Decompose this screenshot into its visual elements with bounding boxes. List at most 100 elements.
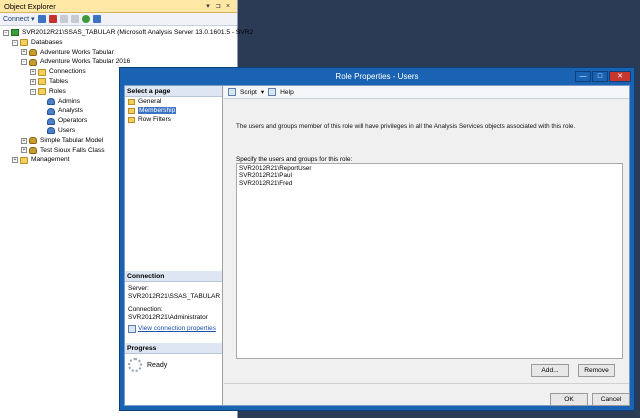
expand-icon[interactable]: + bbox=[30, 69, 36, 76]
page-item-membership[interactable]: Membership bbox=[125, 106, 222, 115]
dropdown-icon[interactable]: ▾ bbox=[203, 2, 213, 10]
object-explorer-toolbar: Connect ▾ bbox=[0, 13, 237, 26]
tree-node[interactable]: + Adventure Works Tabular bbox=[0, 48, 237, 58]
page-selector-pane: Select a page General Membership Row Filte… bbox=[125, 86, 223, 405]
connect-icon[interactable] bbox=[37, 15, 46, 23]
refresh-icon[interactable] bbox=[81, 15, 90, 23]
tree-node[interactable]: − SVR2012R21\SSAS_TABULAR (Microsoft Anal… bbox=[0, 28, 253, 38]
page-icon bbox=[128, 116, 135, 123]
server-label: Server: bbox=[128, 285, 149, 292]
progress-status: Ready bbox=[147, 361, 168, 369]
tree-node[interactable]: − Databases bbox=[0, 38, 237, 48]
tree-node-label: Operators bbox=[58, 117, 88, 125]
properties-icon bbox=[128, 325, 136, 334]
folder-icon bbox=[20, 156, 28, 164]
page-list: General Membership Row Filters bbox=[125, 97, 222, 124]
filter-icon[interactable] bbox=[70, 15, 79, 23]
folder-icon bbox=[20, 39, 28, 47]
expand-icon[interactable]: + bbox=[12, 157, 18, 164]
role-properties-dialog: Role Properties - Users — □ ✕ Select a p… bbox=[119, 67, 635, 411]
server-icon bbox=[11, 29, 19, 37]
dialog-title: Role Properties - Users bbox=[335, 71, 419, 81]
view-connection-properties-link[interactable]: View connection properties bbox=[138, 325, 216, 333]
stop-icon[interactable] bbox=[59, 15, 68, 23]
add-button[interactable]: Add... bbox=[531, 364, 569, 377]
server-value: SVR2012R21\SSAS_TABULAR bbox=[128, 293, 221, 301]
member-item[interactable]: SVR2012R21\Fred bbox=[239, 180, 620, 187]
page-icon bbox=[128, 98, 135, 105]
page-item-general[interactable]: General bbox=[125, 97, 222, 106]
expand-icon[interactable]: + bbox=[30, 78, 36, 85]
membership-description: The users and groups member of this role… bbox=[236, 123, 576, 130]
role-icon bbox=[47, 107, 55, 115]
expand-icon[interactable]: + bbox=[21, 49, 27, 56]
ok-button[interactable]: OK bbox=[550, 393, 588, 406]
expand-icon[interactable]: + bbox=[21, 147, 27, 154]
object-explorer-title: Object Explorer bbox=[4, 1, 56, 11]
minimize-button[interactable]: — bbox=[575, 70, 591, 82]
tree-node-label: Admins bbox=[58, 97, 80, 105]
tree-node-label: Users bbox=[58, 126, 76, 134]
tree-node-label: Databases bbox=[31, 38, 63, 46]
progress-spinner-icon bbox=[128, 358, 142, 372]
select-page-header: Select a page bbox=[125, 86, 222, 97]
tree-node-label: SVR2012R21\SSAS_TABULAR (Microsoft Analy… bbox=[22, 29, 254, 36]
database-icon bbox=[29, 58, 37, 66]
help-icon[interactable] bbox=[268, 88, 277, 96]
member-item[interactable]: SVR2012R21\ReportUser bbox=[239, 165, 620, 172]
collapse-icon[interactable]: − bbox=[21, 59, 27, 66]
cancel-button[interactable]: Cancel bbox=[592, 393, 630, 406]
database-icon bbox=[29, 137, 37, 145]
role-icon bbox=[47, 127, 55, 135]
database-icon bbox=[29, 48, 37, 56]
script-icon[interactable] bbox=[228, 88, 236, 96]
remove-button[interactable]: Remove bbox=[578, 364, 615, 377]
role-icon bbox=[47, 97, 55, 105]
members-listbox[interactable]: SVR2012R21\ReportUser SVR2012R21\Paul SVR2… bbox=[236, 163, 623, 359]
page-item-row-filters[interactable]: Row Filters bbox=[125, 115, 222, 124]
folder-icon bbox=[38, 68, 46, 76]
members-label: Specify the users and groups for this ro… bbox=[236, 156, 353, 163]
pin-icon[interactable]: ⊐ bbox=[213, 2, 223, 10]
membership-pane: Script ▾ Help The users and groups membe… bbox=[224, 86, 630, 406]
tree-node-label: Simple Tabular Model bbox=[40, 136, 104, 144]
disconnect-icon[interactable] bbox=[48, 15, 57, 23]
tree-node-label: Roles bbox=[49, 87, 66, 95]
expand-icon[interactable]: + bbox=[21, 137, 27, 144]
script-button[interactable]: Script bbox=[240, 89, 257, 96]
close-icon[interactable]: × bbox=[223, 3, 233, 10]
progress-section: Progress Ready bbox=[125, 343, 222, 376]
page-icon bbox=[128, 107, 135, 114]
role-icon bbox=[47, 117, 55, 125]
member-item[interactable]: SVR2012R21\Paul bbox=[239, 172, 620, 179]
collapse-icon[interactable]: − bbox=[30, 88, 36, 95]
collapse-icon[interactable]: − bbox=[3, 29, 9, 36]
help-button[interactable]: Help bbox=[280, 89, 294, 96]
tree-node-label: Test Sioux Falls Class bbox=[40, 146, 105, 154]
tree-node-label: Connections bbox=[49, 68, 86, 76]
tree-node-label: Adventure Works Tabular bbox=[40, 48, 114, 56]
close-button[interactable]: ✕ bbox=[609, 70, 631, 82]
connect-button[interactable]: Connect ▾ bbox=[3, 15, 35, 23]
connection-label: Connection: bbox=[128, 305, 163, 313]
tree-node[interactable]: − Adventure Works Tabular 2016 bbox=[0, 57, 237, 67]
folder-icon bbox=[38, 88, 46, 96]
connection-header: Connection bbox=[125, 271, 222, 282]
folder-icon bbox=[38, 78, 46, 86]
page-item-label: Membership bbox=[138, 107, 177, 114]
footer-divider bbox=[224, 383, 629, 384]
dialog-titlebar[interactable]: Role Properties - Users — □ ✕ bbox=[120, 68, 634, 84]
collapse-icon[interactable] bbox=[92, 15, 101, 23]
connection-section: Connection Server: SVR2012R21\SSAS_TABUL… bbox=[125, 271, 222, 336]
page-item-label: Row Filters bbox=[138, 116, 171, 123]
maximize-button[interactable]: □ bbox=[592, 70, 608, 82]
script-dropdown-icon[interactable]: ▾ bbox=[261, 88, 264, 96]
dialog-body: Select a page General Membership Row Filte… bbox=[124, 85, 630, 406]
object-explorer-titlebar: Object Explorer ▾ ⊐ × bbox=[0, 0, 237, 13]
connection-value: SVR2012R21\Administrator bbox=[128, 313, 208, 321]
collapse-icon[interactable]: − bbox=[12, 39, 18, 46]
dialog-toolbar: Script ▾ Help bbox=[224, 86, 629, 99]
tree-node-label: Adventure Works Tabular 2016 bbox=[40, 58, 131, 66]
